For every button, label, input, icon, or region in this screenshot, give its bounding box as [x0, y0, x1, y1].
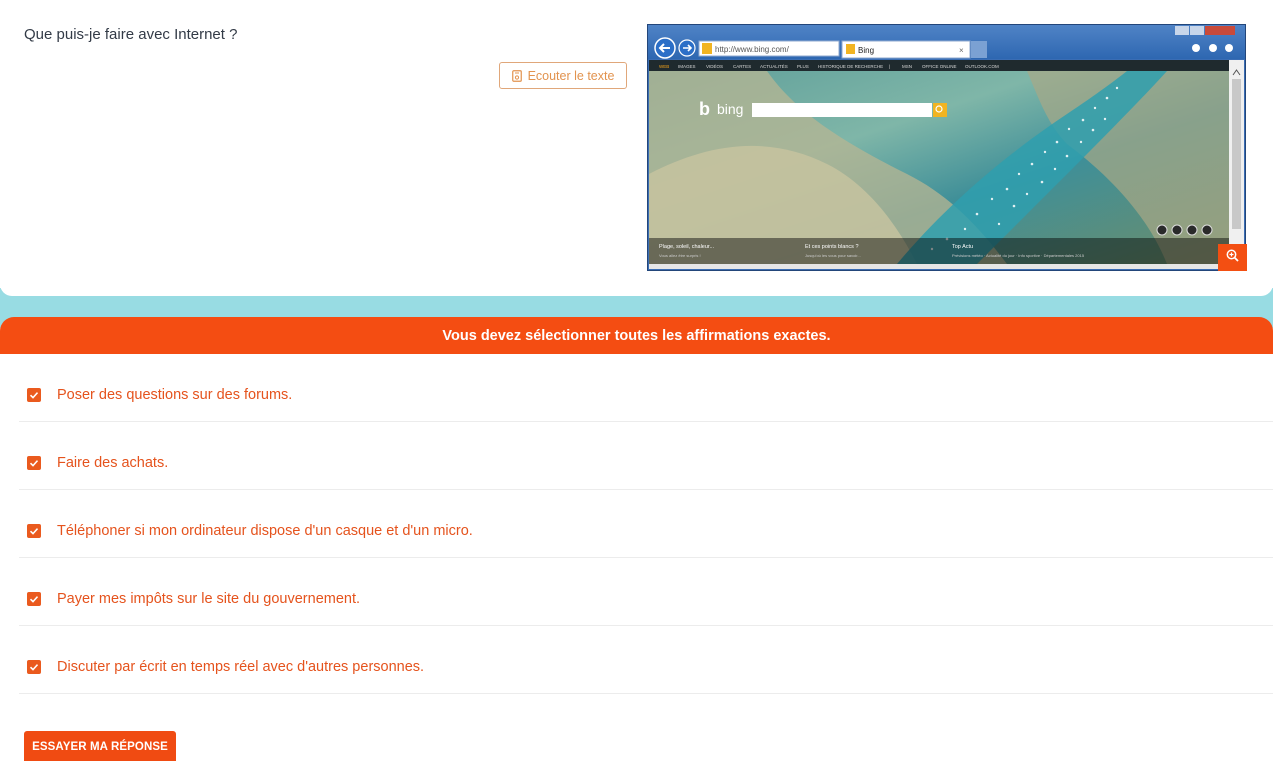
checkbox-checked-icon[interactable] [27, 592, 41, 606]
submit-answer-label: ESSAYER MA RÉPONSE [32, 741, 168, 753]
browser-screenshot-image: http://www.bing.com/ Bing × WEB IMAGES V… [647, 24, 1246, 271]
svg-text:VIDÉOS: VIDÉOS [706, 63, 723, 69]
listen-text-button[interactable]: Ecouter le texte [499, 62, 627, 89]
footer-sub-1: Vous allez être surpris ! [659, 253, 701, 258]
svg-text:IMAGES: IMAGES [678, 64, 696, 69]
svg-text:b: b [699, 99, 710, 119]
svg-text:OFFICE ONLINE: OFFICE ONLINE [922, 64, 957, 69]
question-text: Que puis-je faire avec Internet ? [24, 26, 238, 43]
answer-option-5[interactable]: Discuter par écrit en temps réel avec d'… [19, 626, 1273, 694]
document-audio-icon [511, 69, 522, 82]
footer-title-3: Top Actu [952, 244, 973, 250]
svg-text:WEB: WEB [659, 64, 669, 69]
instruction-text: Vous devez sélectionner toutes les affir… [442, 327, 831, 344]
address-text: http://www.bing.com/ [715, 45, 790, 54]
answer-option-2[interactable]: Faire des achats. [19, 422, 1273, 490]
instruction-banner: Vous devez sélectionner toutes les affir… [0, 317, 1273, 354]
svg-text:PLUS: PLUS [797, 64, 809, 69]
svg-text:|: | [889, 64, 890, 69]
checkbox-checked-icon[interactable] [27, 456, 41, 470]
footer-title-2: Et ces points blancs ? [805, 244, 859, 250]
answer-label: Téléphoner si mon ordinateur dispose d'u… [57, 523, 473, 539]
listen-text-label: Ecouter le texte [527, 68, 615, 83]
svg-text:×: × [959, 46, 964, 55]
svg-text:HISTORIQUE DE RECHERCHE: HISTORIQUE DE RECHERCHE [818, 64, 883, 69]
answer-list: Poser des questions sur des forums. Fair… [0, 354, 1273, 694]
footer-sub-3: Prévisions météo · Actualité du jour · I… [952, 253, 1085, 258]
answer-option-4[interactable]: Payer mes impôts sur le site du gouverne… [19, 558, 1273, 626]
answer-label: Poser des questions sur des forums. [57, 387, 293, 403]
zoom-image-button[interactable] [1218, 244, 1247, 271]
zoom-in-icon [1226, 249, 1239, 267]
footer-sub-2: Jusqu'où les vous pour savoir... [805, 253, 861, 258]
svg-text:CARTES: CARTES [733, 64, 751, 69]
bing-logo-text: bing [717, 101, 743, 117]
checkbox-checked-icon[interactable] [27, 524, 41, 538]
answer-label: Discuter par écrit en temps réel avec d'… [57, 659, 425, 675]
checkbox-checked-icon[interactable] [27, 388, 41, 402]
svg-text:OUTLOOK.COM: OUTLOOK.COM [965, 64, 999, 69]
tab-label: Bing [858, 46, 874, 55]
answer-option-3[interactable]: Téléphoner si mon ordinateur dispose d'u… [19, 490, 1273, 558]
submit-answer-button[interactable]: ESSAYER MA RÉPONSE [24, 731, 176, 761]
svg-text:MSN: MSN [902, 64, 912, 69]
question-card: Que puis-je faire avec Internet ? Ecoute… [0, 0, 1273, 296]
answer-label: Faire des achats. [57, 455, 169, 471]
answer-option-1[interactable]: Poser des questions sur des forums. [19, 354, 1273, 422]
footer-title-1: Plage, soleil, chaleur... [659, 244, 715, 250]
checkbox-checked-icon[interactable] [27, 660, 41, 674]
answer-label: Payer mes impôts sur le site du gouverne… [57, 591, 361, 607]
svg-text:ACTUALITÉS: ACTUALITÉS [760, 63, 788, 69]
